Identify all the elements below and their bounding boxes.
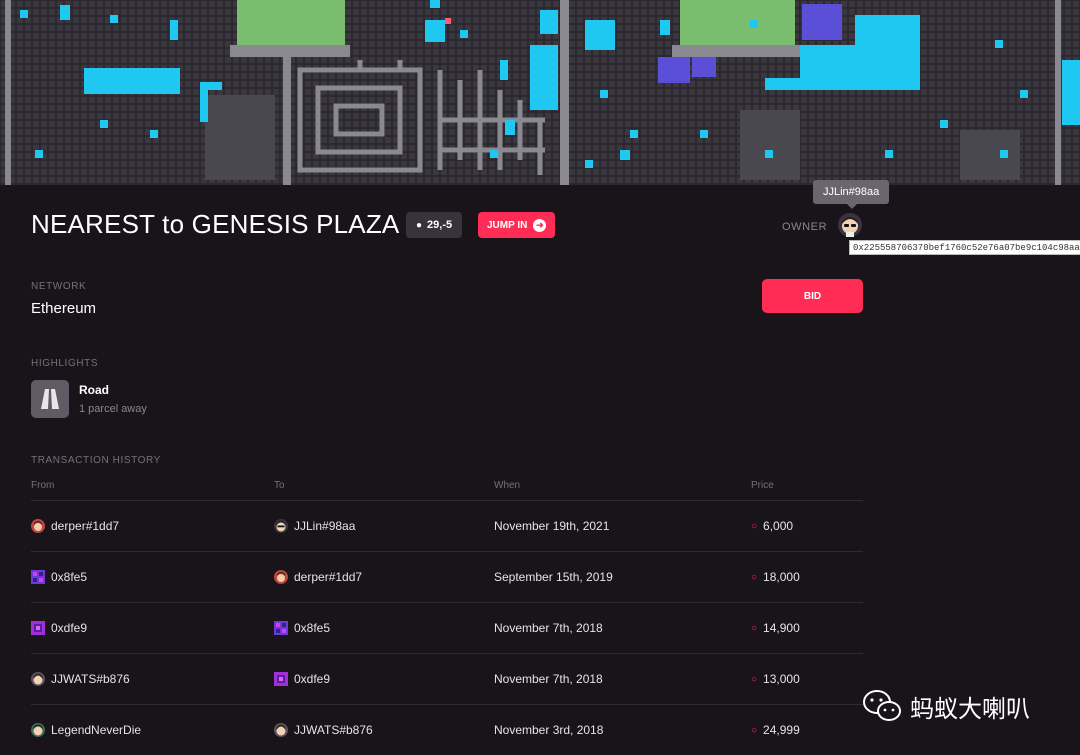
user-avatar (31, 723, 45, 737)
owner-name-tooltip: JJLin#98aa (813, 180, 890, 209)
from-cell[interactable]: 0x8fe5 (31, 569, 87, 585)
when-cell: November 3rd, 2018 (494, 723, 604, 737)
owner-address: 0x225558706370bef1760c52e76a07be9c104c98… (853, 242, 1080, 253)
price-cell: ○ 18,000 (751, 569, 800, 585)
from-cell[interactable]: derper#1dd7 (31, 518, 119, 534)
to-name: 0x8fe5 (294, 621, 331, 635)
highlights-label: HIGHLIGHTS (31, 358, 99, 369)
column-header-price: Price (751, 480, 774, 491)
from-cell[interactable]: 0xdfe9 (31, 620, 87, 636)
from-name: JJWATS#b876 (51, 672, 130, 686)
owner-name: JJLin#98aa (823, 186, 880, 198)
mana-icon: ○ (751, 520, 758, 532)
from-name: 0xdfe9 (51, 621, 88, 635)
mana-icon: ○ (751, 571, 758, 583)
to-cell[interactable]: 0x8fe5 (274, 620, 330, 636)
price-value: 6,000 (763, 519, 794, 533)
owner-avatar[interactable] (838, 213, 862, 237)
owner-address-tooltip: 0x225558706370bef1760c52e76a07be9c104c98… (849, 240, 1080, 255)
watermark: 蚂蚁大喇叭 (862, 688, 1030, 724)
owner-label: OWNER (782, 221, 828, 233)
when-cell: November 7th, 2018 (494, 621, 603, 635)
price-value: 18,000 (763, 570, 800, 584)
column-header-from: From (31, 480, 55, 491)
mana-icon: ○ (751, 673, 758, 685)
price-cell: ○ 13,000 (751, 671, 800, 687)
highlight-subtitle: 1 parcel away (79, 403, 147, 415)
column-header-when: When (494, 480, 521, 491)
user-avatar (31, 672, 45, 686)
price-value: 13,000 (763, 672, 800, 686)
when-cell: November 19th, 2021 (494, 519, 610, 533)
pixel-avatar-icon (274, 621, 288, 635)
to-name: JJLin#98aa (294, 519, 356, 533)
column-header-to: To (274, 480, 285, 491)
watermark-text: 蚂蚁大喇叭 (910, 695, 1030, 723)
to-name: derper#1dd7 (294, 570, 363, 584)
price-cell: ○ 6,000 (751, 518, 793, 534)
jump-in-button[interactable]: JUMP IN ➜ (478, 212, 556, 238)
price-cell: ○ 14,900 (751, 620, 800, 636)
pixel-avatar-icon (274, 672, 288, 686)
jump-in-label: JUMP IN (487, 219, 528, 231)
to-cell[interactable]: JJLin#98aa (274, 518, 355, 534)
coordinates-value: 29,-5 (427, 219, 453, 231)
arrow-right-icon: ➜ (533, 218, 547, 232)
road-icon (31, 380, 69, 418)
to-cell[interactable]: 0xdfe9 (274, 671, 330, 687)
user-avatar (274, 570, 288, 584)
transaction-history-label: TRANSACTION HISTORY (31, 455, 161, 466)
highlight-title: Road (79, 383, 109, 397)
from-name: derper#1dd7 (51, 519, 120, 533)
page-title: NEAREST to GENESIS PLAZA (31, 209, 400, 239)
price-cell: ○ 24,999 (751, 722, 800, 738)
to-cell[interactable]: derper#1dd7 (274, 569, 362, 585)
price-value: 14,900 (763, 621, 800, 635)
network-label: NETWORK (31, 281, 87, 292)
from-name: LegendNeverDie (51, 723, 142, 737)
to-name: JJWATS#b876 (294, 723, 373, 737)
to-cell[interactable]: JJWATS#b876 (274, 722, 373, 738)
coordinates-badge[interactable]: ● 29,-5 (406, 212, 463, 238)
pixel-avatar-icon (31, 621, 45, 635)
wechat-icon (863, 690, 901, 721)
from-cell[interactable]: JJWATS#b876 (31, 671, 130, 687)
user-avatar (274, 723, 288, 737)
user-avatar (31, 519, 45, 533)
table-divider (31, 500, 863, 501)
mana-icon: ○ (751, 622, 758, 634)
parcel-map[interactable] (0, 0, 1080, 185)
table-divider (31, 602, 863, 603)
mana-icon: ○ (751, 724, 758, 736)
from-name: 0x8fe5 (51, 570, 88, 584)
from-cell[interactable]: LegendNeverDie (31, 722, 141, 738)
map-canvas (0, 0, 1080, 185)
to-name: 0xdfe9 (294, 672, 331, 686)
pixel-avatar-icon (31, 570, 45, 584)
user-avatar (274, 519, 288, 533)
table-divider (31, 551, 863, 552)
bid-button[interactable]: BID (762, 279, 863, 313)
network-value: Ethereum (31, 300, 97, 317)
price-value: 24,999 (763, 723, 800, 737)
table-divider (31, 653, 863, 654)
when-cell: September 15th, 2019 (494, 570, 613, 584)
location-pin-icon: ● (416, 219, 423, 231)
when-cell: November 7th, 2018 (494, 672, 603, 686)
table-divider (31, 704, 863, 705)
